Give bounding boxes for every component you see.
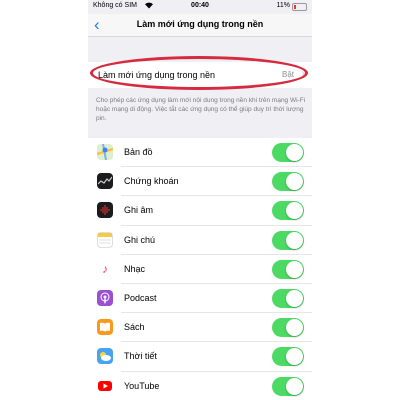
maps-icon xyxy=(97,144,113,160)
podcast-icon xyxy=(97,289,113,306)
app-label: Bản đồ xyxy=(124,147,153,157)
refresh-toggle[interactable] xyxy=(272,143,304,162)
refresh-toggle[interactable] xyxy=(272,347,304,367)
list-item: Thời tiết xyxy=(88,342,312,372)
list-item: Chứng khoán xyxy=(88,167,312,197)
refresh-toggle[interactable] xyxy=(272,259,304,279)
refresh-toggle[interactable] xyxy=(272,230,304,250)
voice-memos-icon xyxy=(97,202,113,219)
list-item: YouTube xyxy=(88,372,312,400)
list-item: Ghi chú xyxy=(88,226,312,255)
list-item: Podcast xyxy=(88,284,312,314)
app-label: Chứng khoán xyxy=(124,176,179,187)
refresh-toggle[interactable] xyxy=(272,288,304,308)
phone-screen: Không có SIM 00:40 11% ‹ Làm mới ứng dụn… xyxy=(88,0,312,400)
list-item: Ghi âm xyxy=(88,196,312,226)
list-item: ♪ Nhạc xyxy=(88,255,312,284)
app-label: Podcast xyxy=(124,292,157,303)
nav-bar: ‹ Làm mới ứng dụng trong nền xyxy=(88,14,312,37)
refresh-toggle[interactable] xyxy=(272,376,304,396)
refresh-toggle[interactable] xyxy=(272,172,304,192)
app-list: Bản đồ Chứng khoán Ghi âm Ghi chú ♪ Nhạc… xyxy=(88,138,312,400)
setting-value: Bật xyxy=(281,70,294,79)
app-label: YouTube xyxy=(124,380,160,391)
music-icon: ♪ xyxy=(97,260,113,277)
page-title: Làm mới ứng dụng trong nền xyxy=(136,19,264,29)
app-label: Ghi chú xyxy=(124,234,156,245)
setting-label: Làm mới ứng dụng trong nền xyxy=(98,70,215,80)
app-label: Ghi âm xyxy=(124,205,154,216)
stocks-icon xyxy=(97,173,113,190)
list-item: Bản đồ xyxy=(88,138,312,168)
background-refresh-setting[interactable]: Làm mới ứng dụng trong nền Bật › xyxy=(88,62,312,88)
books-icon xyxy=(97,319,113,336)
battery-icon xyxy=(292,3,307,11)
youtube-icon xyxy=(97,377,113,394)
list-item: Sách xyxy=(88,313,312,343)
battery-percent: 11% xyxy=(276,2,291,9)
notes-icon xyxy=(97,231,113,248)
refresh-toggle[interactable] xyxy=(272,201,304,221)
chevron-right-icon: › xyxy=(301,68,305,79)
setting-description: Cho phép các ứng dụng làm mới nội dung t… xyxy=(96,97,306,122)
refresh-toggle[interactable] xyxy=(272,318,304,338)
app-label: Nhạc xyxy=(124,263,146,274)
app-label: Sách xyxy=(124,322,145,333)
status-bar: Không có SIM 00:40 11% xyxy=(88,0,312,14)
app-label: Thời tiết xyxy=(124,351,157,362)
weather-icon xyxy=(97,348,113,365)
